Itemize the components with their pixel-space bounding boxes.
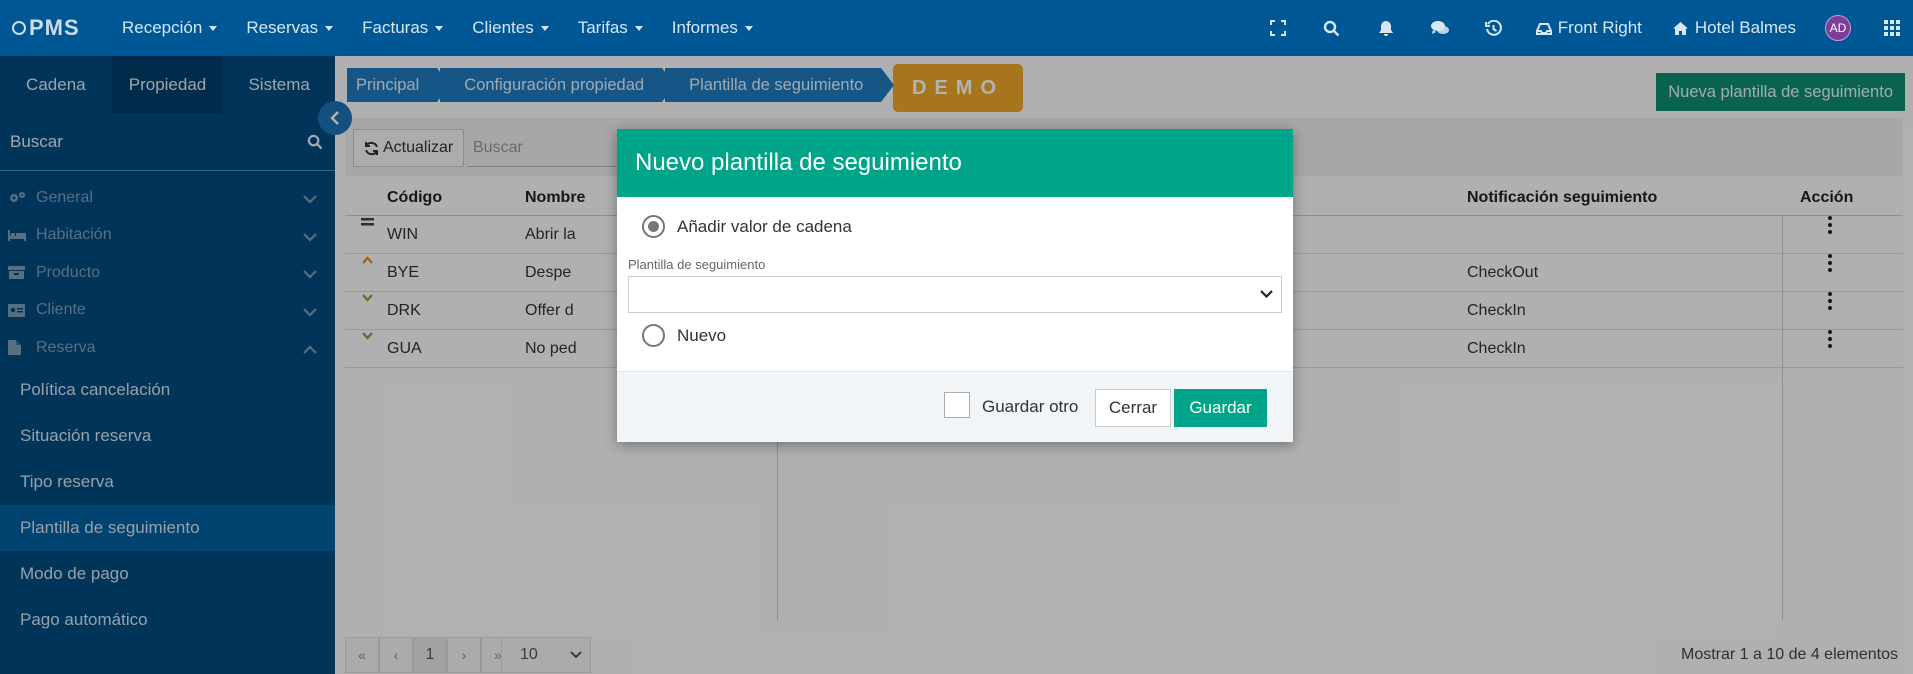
menu-tarifas[interactable]: Tarifas (578, 18, 643, 38)
save-button[interactable]: Guardar (1174, 389, 1267, 427)
option-new[interactable]: Nuevo (642, 324, 726, 347)
caret-down-icon (209, 25, 218, 31)
radio-button-checked[interactable] (642, 215, 665, 238)
menu-label: Recepción (122, 18, 203, 37)
caret-down-icon (540, 25, 549, 31)
modal-body: Añadir valor de cadena Plantilla de segu… (617, 197, 1293, 371)
close-button[interactable]: Cerrar (1095, 389, 1171, 427)
option-chain-value[interactable]: Añadir valor de cadena (642, 215, 852, 238)
option-new-label: Nuevo (677, 325, 727, 345)
menu-label: Tarifas (577, 18, 628, 37)
chat-icon[interactable] (1429, 17, 1451, 39)
hotel-link[interactable]: Hotel Balmes (1672, 18, 1796, 38)
home-icon (1672, 21, 1688, 35)
menu-clientes[interactable]: Clientes (472, 18, 549, 38)
device-link[interactable]: Front Right (1535, 18, 1642, 38)
menu-informes[interactable]: Informes (672, 18, 753, 38)
logo-text: PMS (29, 15, 80, 40)
search-icon[interactable] (1321, 17, 1343, 39)
option-chain-label: Añadir valor de cadena (677, 216, 852, 236)
menu-label: Clientes (472, 18, 534, 37)
menu-label: Informes (671, 18, 738, 37)
caret-down-icon (744, 25, 753, 31)
chevron-down-icon (1260, 290, 1273, 299)
logo-icon (12, 21, 26, 35)
hotel-label: Hotel Balmes (1694, 18, 1796, 37)
save-another-checkbox[interactable] (944, 392, 970, 418)
avatar[interactable]: AD (1825, 15, 1851, 41)
app-logo[interactable]: PMS (12, 15, 122, 41)
history-icon[interactable] (1483, 17, 1505, 39)
device-icon (1535, 22, 1552, 35)
caret-down-icon (634, 25, 643, 31)
radio-button-unchecked[interactable] (642, 324, 665, 347)
save-another-label[interactable]: Guardar otro (982, 397, 1078, 417)
fullscreen-icon[interactable] (1267, 17, 1289, 39)
menu-recepcion[interactable]: Recepción (122, 18, 218, 38)
menu-label: Facturas (362, 18, 429, 37)
caret-down-icon (325, 25, 334, 31)
menu-reservas[interactable]: Reservas (246, 18, 334, 38)
template-select[interactable] (628, 276, 1282, 313)
new-template-modal: Nuevo plantilla de seguimiento Añadir va… (617, 129, 1293, 442)
main-menu: Recepción Reservas Facturas Clientes Tar… (122, 18, 782, 38)
modal-footer: Guardar otro Cerrar Guardar (617, 371, 1293, 442)
bell-icon[interactable] (1375, 17, 1397, 39)
nav-right-group: Front Right Hotel Balmes AD (1251, 0, 1913, 56)
modal-title: Nuevo plantilla de seguimiento (617, 129, 1293, 197)
menu-label: Reservas (246, 18, 319, 37)
caret-down-icon (435, 25, 444, 31)
menu-facturas[interactable]: Facturas (362, 18, 444, 38)
top-navbar: PMS Recepción Reservas Facturas Clientes… (0, 0, 1913, 56)
apps-grid-icon[interactable] (1881, 17, 1903, 39)
template-field-label: Plantilla de seguimiento (628, 257, 766, 272)
device-label: Front Right (1557, 18, 1642, 37)
